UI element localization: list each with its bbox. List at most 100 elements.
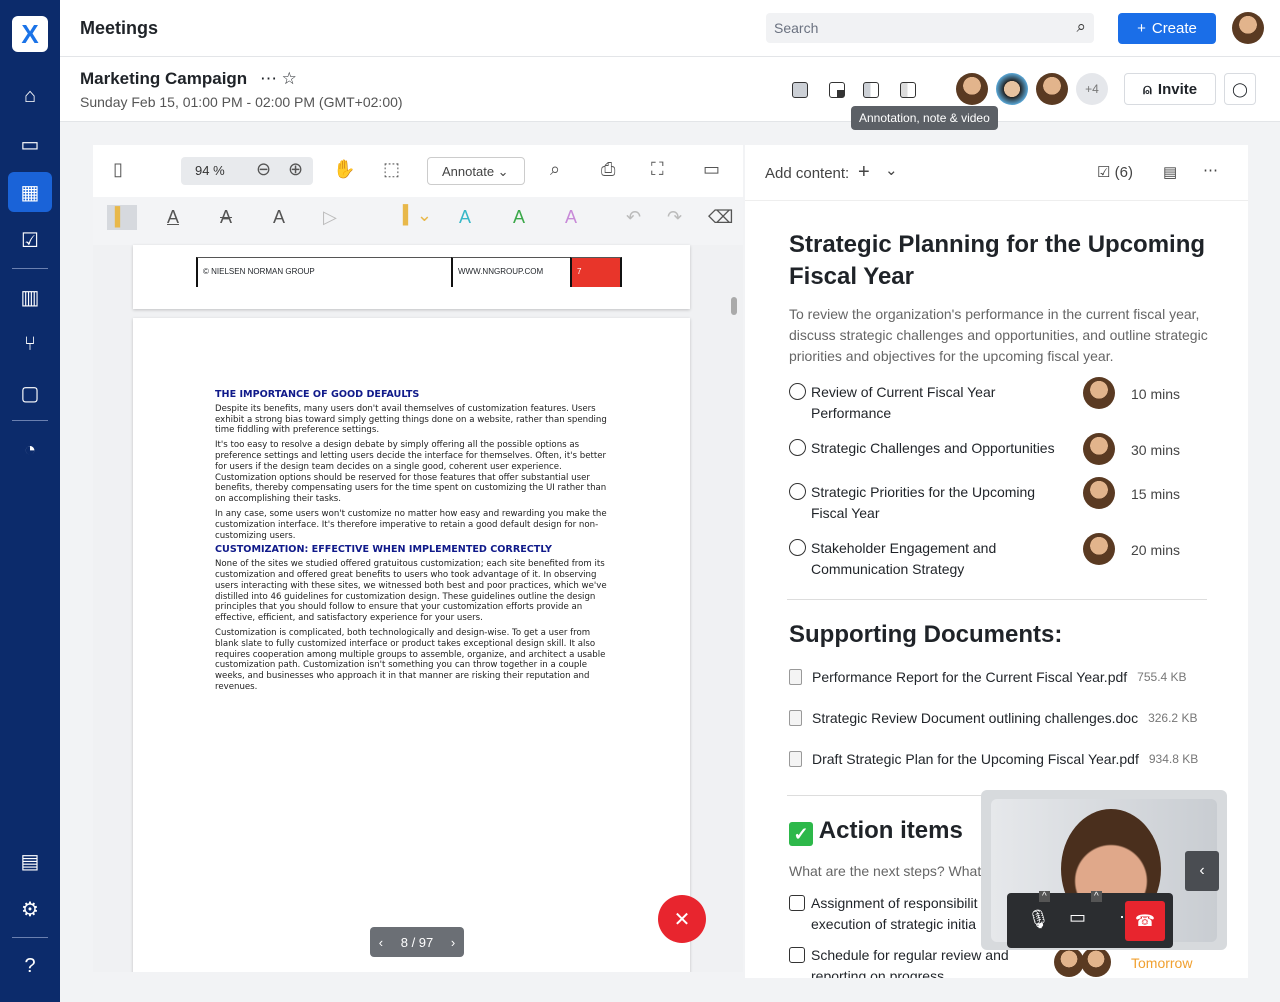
tooltip: Annotation, note & video xyxy=(851,106,998,130)
note-lock-icon[interactable]: ▤ xyxy=(1163,163,1177,181)
green-text-highlight-icon[interactable]: A xyxy=(513,207,525,228)
due-date: Tomorrow xyxy=(1131,955,1193,971)
search-input[interactable]: Search ⌕ xyxy=(766,13,1094,43)
star-icon[interactable]: ☆ xyxy=(282,69,297,88)
folder-icon[interactable]: ▢ xyxy=(8,373,52,413)
assignee-avatar xyxy=(1083,533,1115,565)
action-checkbox[interactable] xyxy=(789,947,805,963)
assignee-avatar xyxy=(1081,947,1111,977)
chevron-left-icon: ‹ xyxy=(1199,862,1205,879)
comments-icon[interactable]: ▭ xyxy=(703,159,720,180)
purple-text-highlight-icon[interactable]: A xyxy=(565,207,577,228)
agenda-radio[interactable] xyxy=(789,539,806,556)
undo-icon[interactable]: ↶ xyxy=(626,207,641,228)
camera-icon[interactable]: ▭ xyxy=(1069,907,1086,928)
agenda-radio[interactable] xyxy=(789,483,806,500)
underline-tool-icon[interactable]: A xyxy=(167,207,179,228)
invite-button[interactable]: ⍝ Invite xyxy=(1124,73,1216,105)
agenda-label: Strategic Challenges and Opportunities xyxy=(811,440,1055,456)
search-icon[interactable]: ⌕ xyxy=(550,159,560,180)
viewer-toolbar: ▯ 94 % ⊖ ⊕ ✋ ⬚ Annotate ⌄ ⌕ ⎙ ⛶ ▭ xyxy=(93,145,743,197)
more-icon[interactable]: ⋯ xyxy=(1203,161,1218,179)
close-button[interactable]: ✕ xyxy=(658,895,706,943)
app-logo[interactable]: X xyxy=(12,16,48,52)
zoom-out-icon[interactable]: ⊖ xyxy=(256,159,271,180)
tag-icon[interactable]: ▷ xyxy=(323,207,337,228)
more-participants-badge[interactable]: +4 xyxy=(1076,73,1108,105)
color-picker-icon[interactable]: ▍⌄ xyxy=(403,205,432,226)
chat-button[interactable]: ◯ xyxy=(1224,73,1256,105)
agenda-duration: 10 mins xyxy=(1131,386,1181,402)
hang-up-button[interactable]: ☎ xyxy=(1125,901,1165,941)
highlight-tool-icon[interactable]: ▍ xyxy=(107,205,137,230)
next-page-icon[interactable]: › xyxy=(451,935,455,950)
annotate-dropdown[interactable]: Annotate ⌄ xyxy=(427,157,525,185)
print-icon[interactable]: ⎙ xyxy=(601,159,615,180)
checkmark-icon: ✓ xyxy=(789,822,813,846)
layout-annotation-note-video-icon[interactable] xyxy=(863,82,879,98)
agenda-radio[interactable] xyxy=(789,439,806,456)
strikethrough-tool-icon[interactable]: A xyxy=(220,207,232,228)
zoom-level[interactable]: 94 % xyxy=(195,163,225,178)
top-bar: Meetings Search ⌕ + Create xyxy=(60,0,1280,57)
pdf-heading: THE IMPORTANCE OF GOOD DEFAULTS xyxy=(215,389,420,400)
fullscreen-icon[interactable]: ⛶ xyxy=(651,159,664,180)
pdf-footer-copyright: © NIELSEN NORMAN GROUP xyxy=(196,257,452,287)
page-title: Meetings xyxy=(80,18,159,38)
chart-icon[interactable]: ▥ xyxy=(8,277,52,317)
mic-options-icon[interactable]: ^ xyxy=(1039,891,1050,902)
participant-avatar[interactable] xyxy=(956,73,988,105)
assignee-avatar xyxy=(1054,947,1084,977)
file-size: 755.4 KB xyxy=(1137,670,1187,684)
redo-icon[interactable]: ↷ xyxy=(667,207,682,228)
user-avatar[interactable] xyxy=(1232,12,1264,44)
action-checkbox[interactable] xyxy=(789,895,805,911)
squiggly-tool-icon[interactable]: A xyxy=(273,207,285,228)
agenda-radio[interactable] xyxy=(789,383,806,400)
gear-icon[interactable]: ⚙ xyxy=(8,889,52,929)
cyan-text-highlight-icon[interactable]: A xyxy=(459,207,471,228)
document-link[interactable]: Draft Strategic Plan for the Upcoming Fi… xyxy=(789,751,1198,767)
action-items-title-text: Action items xyxy=(818,817,963,844)
microphone-icon[interactable]: 🎙 xyxy=(1027,909,1050,930)
layout-video-icon[interactable] xyxy=(829,82,845,98)
area-select-icon[interactable]: ⬚ xyxy=(383,159,400,180)
building-icon[interactable]: ▤ xyxy=(8,841,52,881)
more-icon[interactable]: ⋯ xyxy=(260,69,277,88)
layout-full-icon[interactable] xyxy=(792,82,808,98)
zoom-control: 94 % ⊖ ⊕ xyxy=(181,157,313,185)
document-viewer: ▯ 94 % ⊖ ⊕ ✋ ⬚ Annotate ⌄ ⌕ ⎙ ⛶ ▭ ▍ A A … xyxy=(93,145,743,972)
agenda-duration: 30 mins xyxy=(1131,442,1181,458)
pie-chart-icon[interactable]: ◔ xyxy=(8,430,52,470)
participant-avatar[interactable] xyxy=(1036,73,1068,105)
branch-icon[interactable]: ⑂ xyxy=(8,324,52,364)
calendar-icon[interactable]: ▦ xyxy=(8,172,52,212)
pdf-paragraph: It's too easy to resolve a design debate… xyxy=(215,440,607,505)
file-name: Performance Report for the Current Fisca… xyxy=(812,669,1128,685)
briefcase-icon[interactable]: ▭ xyxy=(8,124,52,164)
prev-page-icon[interactable]: ‹ xyxy=(379,935,383,950)
search-icon[interactable]: ⌕ xyxy=(1076,17,1086,37)
agenda-label: Stakeholder Engagement and Communication… xyxy=(811,540,997,577)
pan-hand-icon[interactable]: ✋ xyxy=(333,159,355,180)
chevron-down-icon[interactable]: ⌄ xyxy=(885,161,898,179)
plus-icon[interactable]: + xyxy=(858,161,870,184)
camera-options-icon[interactable]: ^ xyxy=(1091,891,1102,902)
collapse-video-button[interactable]: ‹ xyxy=(1185,851,1219,891)
create-label: Create xyxy=(1151,20,1197,37)
document-link[interactable]: Performance Report for the Current Fisca… xyxy=(789,669,1187,685)
layout-split-icon[interactable] xyxy=(900,82,916,98)
scrollbar[interactable] xyxy=(731,297,737,315)
eraser-icon[interactable]: ⌫ xyxy=(708,207,733,228)
help-icon[interactable]: ? xyxy=(8,946,52,986)
chevron-down-icon: ⌄ xyxy=(497,164,509,179)
document-link[interactable]: Strategic Review Document outlining chal… xyxy=(789,710,1197,726)
create-button[interactable]: + Create xyxy=(1118,13,1216,44)
participant-avatar[interactable] xyxy=(996,73,1028,105)
tasks-button[interactable]: ☑ (6) xyxy=(1097,163,1133,181)
home-icon[interactable]: ⌂ xyxy=(8,76,52,116)
checklist-icon[interactable]: ☑ xyxy=(8,220,52,260)
sidebar-toggle-icon[interactable]: ▯ xyxy=(113,159,123,180)
page-navigator: ‹ 8 / 97 › xyxy=(370,927,464,957)
zoom-in-icon[interactable]: ⊕ xyxy=(288,159,303,180)
